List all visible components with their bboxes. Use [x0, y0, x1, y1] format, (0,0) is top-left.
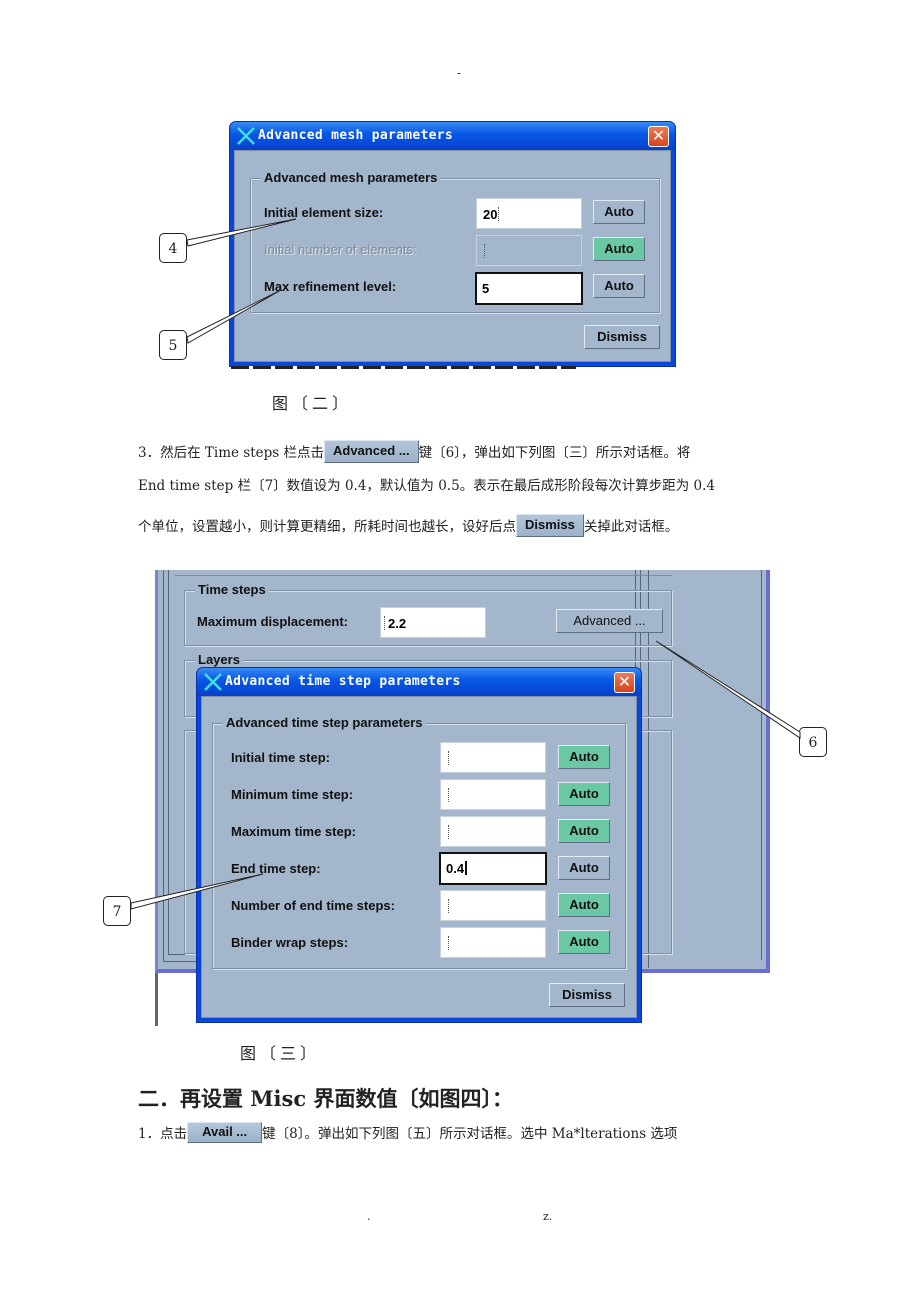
dialog-title-bar[interactable]: Advanced time step parameters ✕ — [197, 668, 641, 696]
text-cursor — [384, 616, 387, 630]
maximum-time-step-label: Maximum time step: — [231, 824, 356, 839]
text-cursor — [484, 244, 487, 258]
dismiss-button[interactable]: Dismiss — [549, 983, 625, 1007]
paragraph-line-1: 3．然后在 Time steps 栏点击 Advanced ... 键〔6〕，弹出如… — [138, 440, 690, 463]
dialog-body: Advanced time step parameters Initial ti… — [201, 696, 637, 1018]
close-button[interactable]: ✕ — [614, 672, 635, 693]
section-heading: 二．再设置 Misc 界面数值〔如图四〕： — [138, 1086, 513, 1111]
end-time-step-input[interactable]: 0.4 — [439, 852, 547, 885]
dialog-body: Advanced mesh parameters Initial element… — [234, 150, 671, 362]
header-mark: - — [457, 66, 462, 80]
section2-line-1: 1．点击 Avail ... 键〔8〕。弹出如下列图〔五〕所示对话框。选中 Ma*l… — [138, 1122, 678, 1143]
minimum-time-step-label: Minimum time step: — [231, 787, 354, 802]
paragraph-line-2: End time step 栏〔7〕数值设为 0.4，默认值为 0.5。表示在最… — [138, 478, 715, 494]
dialog-title: Advanced time step parameters — [225, 674, 461, 689]
text-cursor — [498, 207, 501, 221]
footer-left: . — [367, 1210, 371, 1223]
number-end-time-steps-auto-button[interactable]: Auto — [558, 893, 610, 917]
initial-time-step-label: Initial time step: — [231, 750, 330, 765]
max-displacement-label: Maximum displacement: — [197, 614, 348, 629]
end-time-step-auto-button[interactable]: Auto — [558, 856, 610, 880]
group-label: Advanced mesh parameters — [261, 170, 441, 185]
advanced-button[interactable]: Advanced ... — [556, 609, 663, 633]
dialog-title: Advanced mesh parameters — [258, 128, 454, 143]
initial-element-size-auto-button[interactable]: Auto — [593, 200, 645, 224]
initial-number-elements-auto-button[interactable]: Auto — [593, 237, 645, 261]
footer-right: z. — [543, 1210, 553, 1223]
close-icon: ✕ — [651, 126, 666, 145]
initial-time-step-input[interactable] — [440, 742, 546, 773]
advanced-time-step-dialog: Advanced time step parameters ✕ Advanced… — [196, 667, 642, 1023]
binder-wrap-steps-auto-button[interactable]: Auto — [558, 930, 610, 954]
callout-5: 5 — [159, 330, 187, 360]
initial-element-size-label: Initial element size: — [264, 205, 384, 220]
callout-6: 6 — [799, 727, 827, 757]
x-logo-icon — [204, 673, 222, 691]
inline-avail-button: Avail ... — [187, 1122, 263, 1143]
close-button[interactable]: ✕ — [648, 126, 669, 147]
max-refinement-level-label: Max refinement level: — [264, 279, 397, 294]
cropped-text-strip — [231, 366, 576, 369]
close-icon: ✕ — [617, 672, 632, 691]
initial-element-size-input[interactable]: 20 — [476, 198, 582, 229]
number-end-time-steps-label: Number of end time steps: — [231, 898, 395, 913]
minimum-time-step-input[interactable] — [440, 779, 546, 810]
binder-wrap-steps-label: Binder wrap steps: — [231, 935, 349, 950]
dialog-title-bar[interactable]: Advanced mesh parameters ✕ — [230, 122, 675, 150]
callout-4: 4 — [159, 233, 187, 263]
advanced-mesh-dialog: Advanced mesh parameters ✕ Advanced mesh… — [229, 121, 676, 367]
maximum-time-step-input[interactable] — [440, 816, 546, 847]
callout-7: 7 — [103, 896, 131, 926]
figure2-caption: 图〔二〕 — [272, 394, 353, 413]
number-end-time-steps-input[interactable] — [440, 890, 546, 921]
paragraph-line-3: 个单位，设置越小，则计算更精细，所耗时间也越长，设好后点 Dismiss 关掉此对话… — [138, 514, 678, 537]
max-refinement-level-input[interactable]: 5 — [475, 272, 583, 305]
binder-wrap-steps-input[interactable] — [440, 927, 546, 958]
inline-advanced-button: Advanced ... — [324, 440, 419, 463]
initial-number-elements-label: Initial number of elements: — [264, 242, 417, 257]
background-window-edge — [155, 973, 158, 1026]
x-logo-icon — [237, 127, 255, 145]
dismiss-button[interactable]: Dismiss — [584, 325, 660, 349]
inline-dismiss-button: Dismiss — [516, 514, 584, 537]
initial-time-step-auto-button[interactable]: Auto — [558, 745, 610, 769]
max-displacement-input[interactable]: 2.2 — [380, 607, 486, 638]
initial-number-elements-input[interactable] — [476, 235, 582, 266]
max-refinement-level-auto-button[interactable]: Auto — [593, 274, 645, 298]
figure3-caption: 图〔三〕 — [240, 1044, 321, 1063]
maximum-time-step-auto-button[interactable]: Auto — [558, 819, 610, 843]
minimum-time-step-auto-button[interactable]: Auto — [558, 782, 610, 806]
end-time-step-label: End time step: — [231, 861, 321, 876]
